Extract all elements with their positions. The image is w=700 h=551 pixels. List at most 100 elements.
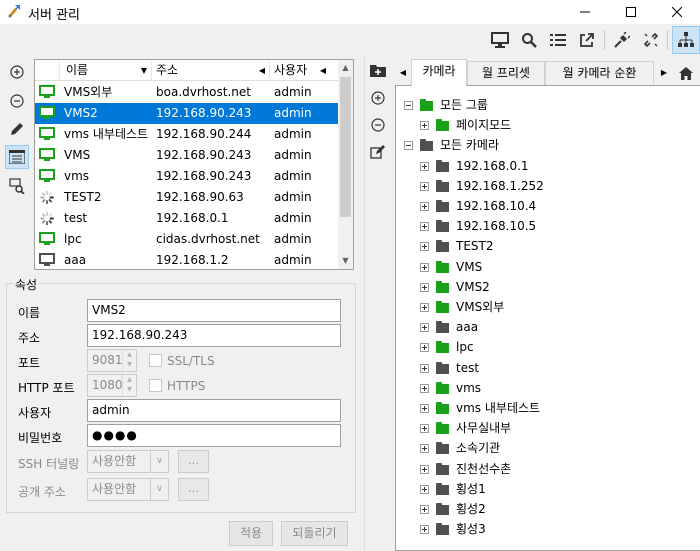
expand-icon[interactable] — [420, 121, 429, 131]
maximize-button[interactable] — [608, 0, 654, 24]
expand-icon[interactable] — [420, 404, 429, 413]
table-row[interactable]: VMS외부 boa.dvrhost.net admin — [35, 82, 338, 103]
public-address-settings-button[interactable]: ... — [178, 478, 209, 501]
ssl-checkbox[interactable] — [149, 354, 162, 367]
tree-node[interactable]: VMS — [396, 257, 696, 277]
tree-node[interactable]: VMS2 — [396, 277, 696, 297]
tree-node[interactable]: 횡성2 — [396, 499, 696, 519]
table-row[interactable]: TEST2 192.168.90.63 admin — [35, 187, 338, 208]
expand-icon[interactable] — [420, 383, 429, 393]
https-checkbox[interactable] — [149, 379, 162, 392]
disconnect-button[interactable] — [640, 29, 662, 51]
tree-node[interactable]: aaa — [396, 317, 696, 337]
close-button[interactable] — [654, 0, 700, 24]
tree-node[interactable]: test — [396, 358, 696, 378]
minimize-button[interactable] — [562, 0, 608, 24]
ssh-settings-button[interactable]: ... — [178, 450, 209, 473]
tree-node[interactable]: 횡성3 — [396, 519, 696, 539]
expand-icon[interactable] — [420, 444, 429, 454]
expand-icon[interactable] — [420, 343, 429, 353]
tab-wall-preset[interactable]: 월 프리셋 — [467, 61, 545, 85]
port-spinner[interactable]: ▲ ▼ — [122, 350, 136, 371]
tree-node[interactable]: 192.168.0.1 — [396, 156, 696, 176]
tree-node[interactable]: 모든 카메라 — [396, 135, 696, 155]
add-folder-button[interactable] — [366, 58, 390, 82]
expand-icon[interactable] — [420, 484, 429, 494]
tree-node[interactable]: vms — [396, 378, 696, 398]
http-port-field[interactable]: 1080 ▲ ▼ — [87, 374, 137, 397]
tree-node[interactable]: 소속기관 — [396, 438, 696, 458]
tree-node[interactable]: VMS외부 — [396, 297, 696, 317]
tree-node[interactable]: lpc — [396, 337, 696, 357]
expand-icon[interactable] — [420, 262, 429, 272]
scroll-up-icon[interactable]: ▲ — [338, 60, 353, 76]
public-address-select[interactable]: 사용안함 ∨ — [87, 478, 169, 501]
expand-icon[interactable] — [420, 363, 429, 373]
connect-button[interactable] — [611, 29, 633, 51]
scroll-thumb[interactable] — [340, 77, 351, 217]
tree-node[interactable]: vms 내부테스트 — [396, 398, 696, 418]
tree-node[interactable]: 진천선수촌 — [396, 459, 696, 479]
expand-icon[interactable] — [420, 303, 429, 312]
table-row[interactable]: vms 내부테스트 192.168.90.244 admin — [35, 124, 338, 145]
expand-icon[interactable] — [420, 222, 429, 232]
edit-server-button[interactable] — [5, 117, 29, 141]
tree-remove-button[interactable] — [366, 113, 390, 137]
external-link-button[interactable] — [576, 29, 598, 51]
home-button[interactable] — [675, 62, 697, 84]
tree-node[interactable]: TEST2 — [396, 236, 696, 256]
tab-scroll-left-icon[interactable]: ◀ — [396, 65, 410, 81]
tree-node[interactable]: 모든 그룹 — [396, 95, 696, 115]
tab-wall-camera-cycle[interactable]: 월 카메라 순환 — [545, 61, 654, 85]
collapse-icon[interactable] — [404, 101, 413, 110]
search-button[interactable] — [518, 29, 540, 51]
expand-icon[interactable] — [420, 505, 429, 514]
pane-divider[interactable] — [364, 56, 365, 551]
expand-icon[interactable] — [420, 323, 429, 333]
expand-icon[interactable] — [420, 242, 429, 252]
expand-icon[interactable] — [420, 282, 429, 292]
column-header-user[interactable]: 사용자 ◀ — [270, 60, 326, 81]
ssh-tunnel-select[interactable]: 사용안함 ∨ — [87, 450, 169, 473]
column-header-address[interactable]: 주소 ◀ — [152, 60, 270, 81]
revert-button[interactable]: 되돌리기 — [281, 521, 348, 546]
tree-node[interactable]: 사무실내부 — [396, 418, 696, 438]
collapse-icon[interactable] — [404, 141, 413, 151]
table-row[interactable]: lpc cidas.dvrhost.net admin — [35, 229, 338, 250]
port-field[interactable]: 9081 ▲ ▼ — [87, 349, 137, 372]
server-list-button[interactable] — [5, 145, 29, 169]
http-port-spinner[interactable]: ▲ ▼ — [122, 375, 136, 396]
add-server-button[interactable] — [5, 60, 29, 84]
tree-node[interactable]: 192.168.10.4 — [396, 196, 696, 216]
expand-icon[interactable] — [420, 525, 429, 535]
column-header-name[interactable]: 이름 ▼ — [60, 60, 152, 81]
tree-add-button[interactable] — [366, 86, 390, 110]
table-row[interactable]: vms 192.168.90.243 admin — [35, 166, 338, 187]
tab-camera[interactable]: 카메라 — [411, 59, 467, 86]
network-tree-button[interactable] — [672, 26, 700, 54]
remove-server-button[interactable] — [5, 89, 29, 113]
expand-icon[interactable] — [420, 161, 429, 171]
table-row[interactable]: VMS2 192.168.90.243 admin — [35, 103, 338, 124]
list-button[interactable] — [547, 29, 569, 51]
address-field[interactable]: 192.168.90.243 — [87, 324, 341, 347]
table-row[interactable]: VMS 192.168.90.243 admin — [35, 145, 338, 166]
tree-node[interactable]: 192.168.1.252 — [396, 176, 696, 196]
expand-icon[interactable] — [420, 202, 429, 211]
apply-button[interactable]: 적용 — [229, 521, 273, 546]
table-row[interactable]: test 192.168.0.1 admin — [35, 208, 338, 229]
name-field[interactable]: VMS2 — [87, 299, 341, 322]
tab-scroll-right-icon[interactable]: ▶ — [657, 65, 671, 81]
monitor-button[interactable] — [489, 29, 511, 51]
tree-edit-button[interactable] — [366, 140, 390, 164]
server-list-scrollbar[interactable]: ▲ ▼ — [338, 60, 353, 269]
server-search-button[interactable] — [5, 174, 29, 198]
tree-node[interactable]: 횡성1 — [396, 479, 696, 499]
password-field[interactable]: ●●●● — [87, 424, 341, 447]
tree-node[interactable]: 페이지모드 — [396, 115, 696, 135]
scroll-down-icon[interactable]: ▼ — [338, 253, 353, 269]
camera-tree[interactable]: 모든 그룹 페이지모드 모든 카메라 192.168.0.1 192.168.1.252… — [395, 85, 700, 551]
user-field[interactable]: admin — [87, 399, 341, 422]
tree-node[interactable]: 192.168.10.5 — [396, 216, 696, 236]
table-row[interactable]: aaa 192.168.1.2 admin — [35, 250, 338, 271]
